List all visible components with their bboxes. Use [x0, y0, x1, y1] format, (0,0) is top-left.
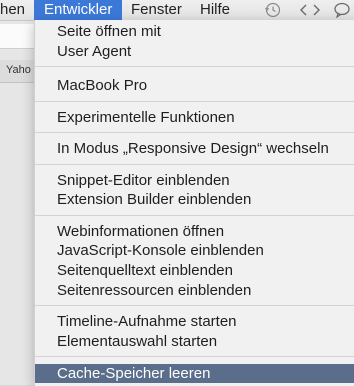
menubar-item-fenster[interactable]: Fenster [131, 0, 182, 20]
menubar-item-entwickler[interactable]: Entwickler [34, 0, 123, 20]
menu-item-cache-speicher-leeren[interactable]: Cache-Speicher leeren [35, 364, 354, 383]
menu-item-seitenressourcen[interactable]: Seitenressourcen einblenden [35, 281, 354, 300]
background-tab-label[interactable]: Yaho [6, 64, 31, 76]
menu-item-extension-builder[interactable]: Extension Builder einblenden [35, 190, 354, 209]
menu-separator [35, 356, 354, 357]
menu-item-seite-oeffnen-mit[interactable]: Seite öffnen mit [35, 22, 354, 41]
entwickler-dropdown-menu: Seite öffnen mit User Agent MacBook Pro … [34, 20, 354, 386]
menu-separator [35, 215, 354, 216]
menu-item-javascript-konsole[interactable]: JavaScript-Konsole einblenden [35, 241, 354, 260]
menu-item-experimentelle-funktionen[interactable]: Experimentelle Funktionen [35, 108, 354, 127]
menu-item-webinformationen[interactable]: Webinformationen öffnen [35, 222, 354, 241]
menubar-item-partial[interactable]: hen [0, 0, 25, 20]
menu-bar: hen Entwickler Fenster Hilfe [0, 0, 354, 21]
menu-item-elementauswahl[interactable]: Elementauswahl starten [35, 332, 354, 351]
menu-separator [35, 66, 354, 67]
menu-item-timeline-aufnahme[interactable]: Timeline-Aufnahme starten [35, 312, 354, 331]
menu-item-user-agent[interactable]: User Agent [35, 42, 354, 61]
menu-item-snippet-editor[interactable]: Snippet-Editor einblenden [35, 171, 354, 190]
menu-item-responsive-design[interactable]: In Modus „Responsive Design“ wechseln [35, 139, 354, 158]
menubar-item-hilfe[interactable]: Hilfe [200, 0, 230, 20]
menu-item-seitenquelltext[interactable]: Seitenquelltext einblenden [35, 261, 354, 280]
code-brackets-icon[interactable] [299, 2, 321, 22]
menu-separator [35, 164, 354, 165]
speech-bubble-icon[interactable] [333, 2, 351, 22]
history-icon[interactable] [264, 2, 282, 22]
menu-item-macbook-pro[interactable]: MacBook Pro [35, 76, 354, 95]
menu-separator [35, 305, 354, 306]
menu-separator [35, 132, 354, 133]
menu-separator [35, 101, 354, 102]
